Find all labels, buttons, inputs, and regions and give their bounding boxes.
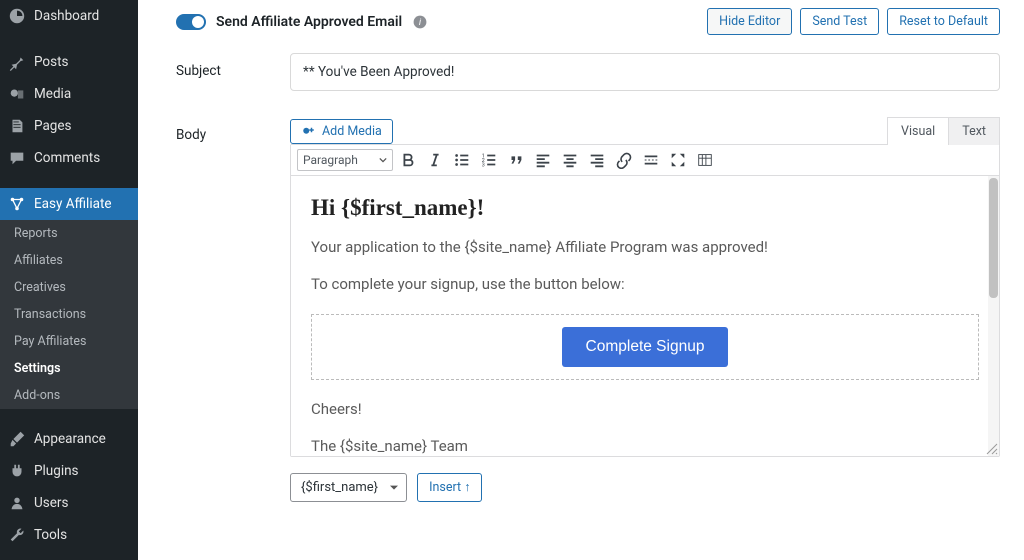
sidebar-sub-transactions[interactable]: Transactions	[0, 301, 138, 328]
sidebar-sub-affiliates[interactable]: Affiliates	[0, 247, 138, 274]
complete-signup-button[interactable]: Complete Signup	[562, 327, 729, 367]
tinymce-editor: Paragraph 123 Hi	[290, 144, 1000, 457]
cta-container: Complete Signup	[311, 314, 979, 380]
sidebar-item-easy-affiliate[interactable]: Easy Affiliate	[0, 188, 138, 220]
bold-button[interactable]	[396, 148, 420, 172]
sidebar-item-comments[interactable]: Comments	[0, 142, 138, 174]
user-icon	[8, 494, 26, 512]
align-center-button[interactable]	[558, 148, 582, 172]
italic-button[interactable]	[423, 148, 447, 172]
dashboard-icon	[8, 7, 26, 25]
align-left-button[interactable]	[531, 148, 555, 172]
scrollbar-thumb[interactable]	[989, 178, 998, 298]
sidebar-sub-creatives[interactable]: Creatives	[0, 274, 138, 301]
sidebar-label: Tools	[34, 527, 67, 543]
sidebar-sub-reports[interactable]: Reports	[0, 220, 138, 247]
media-plus-icon	[301, 124, 316, 139]
number-list-button[interactable]: 123	[477, 148, 501, 172]
sidebar-label: Comments	[34, 150, 100, 166]
comment-icon	[8, 149, 26, 167]
add-media-button[interactable]: Add Media	[290, 119, 393, 144]
sidebar-label: Easy Affiliate	[34, 196, 112, 212]
toggle-label: Send Affiliate Approved Email	[216, 14, 402, 30]
blockquote-button[interactable]	[504, 148, 528, 172]
main-panel: Send Affiliate Approved Email i Hide Edi…	[138, 0, 1024, 560]
email-line: Cheers!	[311, 398, 979, 421]
editor-content-area[interactable]: Hi {$first_name}! Your application to th…	[291, 176, 999, 456]
subject-row: Subject	[176, 53, 1000, 91]
sidebar-item-posts[interactable]: Posts	[0, 46, 138, 78]
editor-tabs: Visual Text	[888, 117, 1000, 145]
tab-visual[interactable]: Visual	[887, 117, 949, 145]
toolbar-toggle-button[interactable]	[693, 148, 717, 172]
email-line: Your application to the {$site_name} Aff…	[311, 236, 979, 259]
email-header-row: Send Affiliate Approved Email i Hide Edi…	[176, 0, 1000, 53]
email-heading: Hi {$first_name}!	[311, 190, 979, 226]
tab-text[interactable]: Text	[948, 117, 1000, 145]
sidebar-sub-pay-affiliates[interactable]: Pay Affiliates	[0, 328, 138, 355]
scrollbar-track[interactable]	[988, 176, 999, 456]
sidebar-label: Plugins	[34, 463, 79, 479]
plug-icon	[8, 462, 26, 480]
editor-toolbar: Paragraph 123	[291, 145, 999, 176]
sidebar-item-settings[interactable]: Settings	[0, 551, 138, 560]
sidebar-label: Pages	[34, 118, 72, 134]
fullscreen-button[interactable]	[666, 148, 690, 172]
subject-label: Subject	[176, 53, 290, 79]
email-line: To complete your signup, use the button …	[311, 273, 979, 296]
sidebar-item-plugins[interactable]: Plugins	[0, 455, 138, 487]
sidebar-item-appearance[interactable]: Appearance	[0, 423, 138, 455]
media-icon	[8, 85, 26, 103]
toggle-send-email[interactable]	[176, 14, 206, 30]
variable-select[interactable]: {$first_name}	[290, 473, 407, 502]
send-test-button[interactable]: Send Test	[800, 8, 879, 35]
header-button-group: Hide Editor Send Test Reset to Default	[707, 8, 1000, 35]
body-label: Body	[176, 117, 290, 143]
wrench-icon	[8, 526, 26, 544]
sidebar-label: Appearance	[34, 431, 106, 447]
sidebar-sub-addons[interactable]: Add-ons	[0, 382, 138, 409]
email-line: The {$site_name} Team	[311, 435, 979, 456]
sidebar-item-users[interactable]: Users	[0, 487, 138, 519]
hide-editor-button[interactable]: Hide Editor	[707, 8, 792, 35]
reset-default-button[interactable]: Reset to Default	[887, 8, 1000, 35]
sidebar-item-media[interactable]: Media	[0, 78, 138, 110]
sidebar-label: Users	[34, 495, 68, 511]
sidebar-item-dashboard[interactable]: Dashboard	[0, 0, 138, 32]
align-right-button[interactable]	[585, 148, 609, 172]
variable-insert-row: {$first_name} Insert ↑	[290, 457, 1000, 502]
sidebar-label: Media	[34, 86, 71, 102]
readmore-button[interactable]	[639, 148, 663, 172]
resize-handle[interactable]	[985, 442, 999, 456]
sidebar-item-tools[interactable]: Tools	[0, 519, 138, 551]
affiliate-icon	[8, 195, 26, 213]
body-row: Body Add Media Visual Text Paragraph	[176, 117, 1000, 502]
sidebar-label: Posts	[34, 54, 68, 70]
link-button[interactable]	[612, 148, 636, 172]
chevron-down-icon	[379, 156, 387, 164]
bullet-list-button[interactable]	[450, 148, 474, 172]
sidebar-item-pages[interactable]: Pages	[0, 110, 138, 142]
format-select[interactable]: Paragraph	[297, 149, 393, 171]
pin-icon	[8, 53, 26, 71]
info-icon[interactable]: i	[412, 14, 428, 30]
brush-icon	[8, 430, 26, 448]
subject-input[interactable]	[290, 53, 1000, 91]
sidebar-sub-settings[interactable]: Settings	[0, 355, 138, 382]
insert-button[interactable]: Insert ↑	[417, 473, 482, 502]
sidebar-label: Dashboard	[34, 8, 99, 24]
page-icon	[8, 117, 26, 135]
svg-text:3: 3	[482, 162, 485, 168]
admin-sidebar: Dashboard Posts Media Pages Comments Eas…	[0, 0, 138, 560]
